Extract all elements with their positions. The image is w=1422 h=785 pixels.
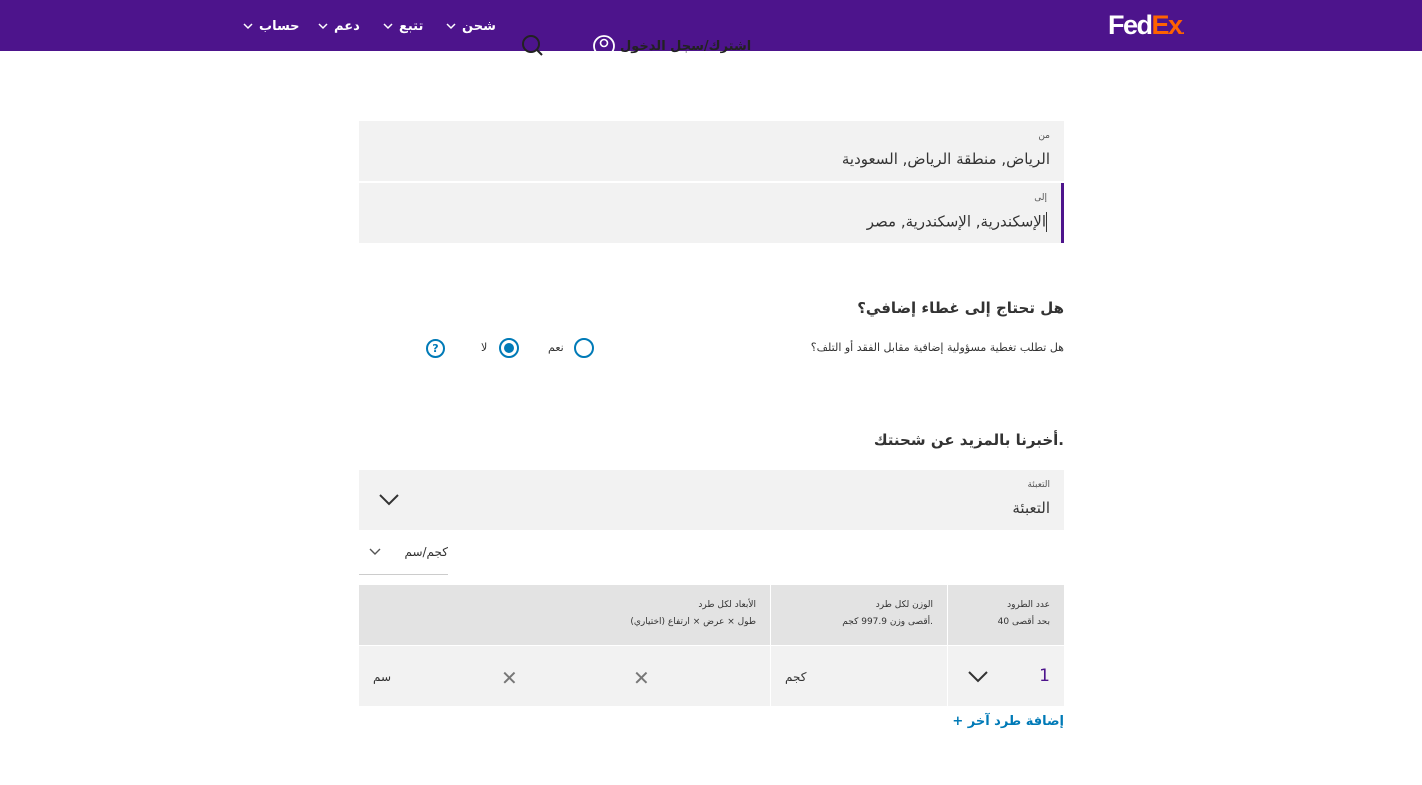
nav-account[interactable]: حساب — [243, 17, 300, 35]
dims-times-icon: ✕ — [501, 666, 518, 690]
col-dims-title: الأبعاد لكل طرد — [698, 600, 756, 610]
unit-value: كجم/سم — [404, 545, 448, 559]
from-value: الرياض, منطقة الرياض, السعودية — [841, 150, 1050, 168]
logo-dot: . — [1181, 23, 1185, 37]
nav-ship-label: شحن — [462, 18, 496, 34]
col-weight-sub: أقصى وزن 997.9 كجم. — [842, 617, 933, 627]
nav-track-label: تتبع — [399, 18, 424, 34]
col-qty-sub: بحد أقصى 40 — [997, 617, 1050, 627]
nav-support-label: دعم — [334, 18, 360, 34]
nav-ship[interactable]: شحن — [446, 17, 496, 35]
logo-ex: Ex — [1151, 10, 1184, 40]
chevron-down-icon — [318, 22, 328, 29]
chevron-down-icon — [968, 671, 988, 683]
shipment-heading: أخبرنا بالمزيد عن شحنتك. — [873, 431, 1064, 449]
coverage-yes-label: نعم — [548, 341, 564, 354]
packaging-label: التعبئة — [1027, 480, 1050, 490]
coverage-yes-radio[interactable] — [574, 338, 594, 358]
packaging-value: التعبئة — [1012, 499, 1050, 517]
coverage-question: هل تطلب تغطية مسؤولية إضافية مقابل الفقد… — [810, 341, 1064, 354]
from-label: من — [1038, 131, 1050, 141]
chevron-down-icon — [379, 494, 399, 506]
from-field[interactable]: من الرياض, منطقة الرياض, السعودية — [359, 121, 1064, 181]
nav-account-label: حساب — [259, 18, 300, 34]
chevron-down-icon — [383, 22, 393, 29]
to-value-wrap: الإسكندرية, الإسكندرية, مصر — [867, 212, 1047, 232]
dim-unit: سم — [373, 670, 392, 684]
login-link[interactable]: اشترك/سجل الدخول — [588, 34, 751, 58]
dims-inputs[interactable]: سم — [359, 646, 770, 706]
help-icon[interactable]: ? — [426, 339, 445, 358]
chevron-down-icon — [243, 22, 253, 29]
logo-fed: Fed — [1108, 10, 1153, 40]
col-qty-title: عدد الطرود — [1007, 600, 1050, 610]
text-caret — [1046, 212, 1047, 232]
col-dims-header: الأبعاد لكل طرد طول × عرض × ارتفاع (اختي… — [359, 585, 770, 645]
chevron-down-icon — [369, 548, 381, 555]
add-package-link[interactable]: + إضافة طرد آخر — [952, 714, 1064, 729]
user-icon — [593, 35, 615, 57]
packaging-select[interactable]: التعبئة التعبئة — [359, 470, 1064, 530]
col-dims-sub: طول × عرض × ارتفاع (اختياري) — [630, 617, 756, 627]
coverage-no-label: لا — [481, 341, 488, 354]
nav-support[interactable]: دعم — [318, 17, 360, 35]
fedex-logo[interactable]: FedEx. — [1108, 10, 1185, 45]
chevron-down-icon — [446, 22, 456, 29]
to-value: الإسكندرية, الإسكندرية, مصر — [866, 212, 1046, 231]
coverage-heading: هل تحتاج إلى غطاء إضافي؟ — [857, 299, 1064, 317]
qty-select[interactable]: 1 — [948, 646, 1064, 706]
to-field[interactable]: إلى الإسكندرية, الإسكندرية, مصر — [359, 183, 1064, 243]
nav-track[interactable]: تتبع — [383, 17, 423, 35]
coverage-no-radio[interactable] — [499, 338, 519, 358]
to-label: إلى — [1034, 193, 1047, 203]
weight-input[interactable]: كجم — [771, 646, 947, 706]
login-label: اشترك/سجل الدخول — [620, 38, 752, 54]
dims-times-icon: ✕ — [633, 666, 650, 690]
qty-value: 1 — [1039, 666, 1050, 686]
search-icon[interactable] — [519, 33, 545, 59]
col-weight-header: الوزن لكل طرد أقصى وزن 997.9 كجم. — [771, 585, 947, 645]
weight-unit: كجم — [785, 670, 807, 684]
unit-select[interactable]: كجم/سم — [359, 537, 448, 575]
col-weight-title: الوزن لكل طرد — [875, 600, 933, 610]
col-qty-header: عدد الطرود بحد أقصى 40 — [948, 585, 1064, 645]
